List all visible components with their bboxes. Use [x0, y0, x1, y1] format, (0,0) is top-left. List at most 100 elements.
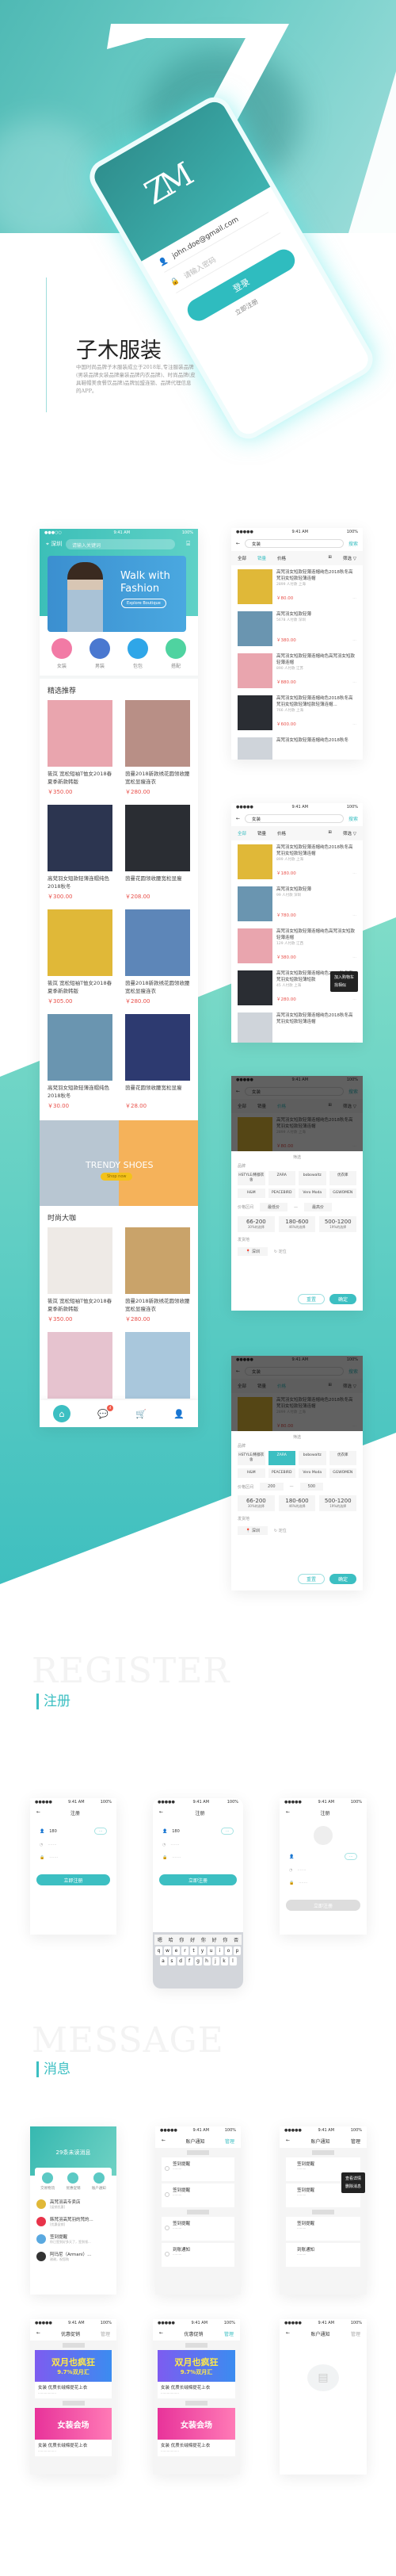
search-button[interactable]: 搜索 [348, 540, 358, 547]
more-icon[interactable]: ··· [352, 871, 356, 876]
notice-card[interactable]: 签到提醒 ········· [162, 2157, 234, 2181]
password-field[interactable]: 🔒 ······· [289, 1881, 357, 1885]
register-submit-button[interactable]: 立即注册 [159, 1874, 237, 1885]
product-card[interactable]: 筱岚 宽松短袖T恤女2018春夏季新款韩版 ￥305.00 [48, 909, 112, 1012]
register-submit-button[interactable]: 立即注册 [286, 1900, 360, 1911]
back-icon[interactable]: ← [159, 2330, 163, 2337]
product-card[interactable]: 茵曼2018新款绣花圆领收腰宽松显瘦连衣 ￥280.00 [125, 909, 190, 1012]
price-range-option[interactable]: 500-1200 19%的选择 [319, 1216, 357, 1232]
candidate-key[interactable]: 你 [223, 1936, 227, 1943]
select-radio[interactable] [165, 2192, 169, 2197]
key[interactable]: t [190, 1946, 197, 1955]
avatar-upload[interactable] [314, 1826, 333, 1845]
keyboard[interactable]: 嗯哈你好你好你否qwertyuiopasdfghjkl [153, 1932, 243, 1988]
manage-button[interactable]: 管理 [351, 2330, 360, 2337]
sort-tab[interactable]: 全部 [238, 830, 246, 836]
list-item[interactable]: 高梵羽女短款轻薄连帽纯色2018秋冬高梵羽女短款轻薄连帽 ··· [231, 1009, 363, 1043]
promo-card[interactable]: 双月也疯狂 9.7%双月汇 女装 优质长绒棉提花上衣 ················… [158, 2350, 235, 2398]
shoes-banner[interactable]: TRENDY SHOES Shop now [40, 1120, 198, 1206]
brand-chip[interactable]: ZARA [268, 1451, 295, 1465]
get-code-button[interactable]: ··· [345, 1853, 357, 1860]
brand-chip[interactable]: ZARA [268, 1171, 295, 1185]
brand-chip[interactable]: GGWOMEN [329, 1468, 356, 1478]
search-input[interactable]: 女装 [245, 539, 344, 548]
message-item[interactable]: 韩梵羽高梵羽的梵的... [优惠促销] [30, 2213, 116, 2230]
notice-card[interactable]: 到账通知 ········· [286, 2243, 360, 2267]
scan-icon[interactable]: ⌸ [186, 540, 190, 548]
key[interactable]: f [185, 1957, 193, 1965]
search-input[interactable]: 女装 [245, 814, 344, 823]
manage-button[interactable]: 管理 [101, 2330, 110, 2337]
select-radio[interactable] [165, 2166, 169, 2171]
brand-chip[interactable]: H&M [238, 1468, 265, 1478]
price-range-option[interactable]: 66-200 30%的选择 [238, 1216, 275, 1232]
manage-button[interactable]: 管理 [225, 2138, 234, 2145]
product-card[interactable]: 筱岚 宽松短袖T恤女2018春夏季新款韩版 ￥350.00 [48, 700, 112, 803]
back-icon[interactable]: ← [36, 2330, 40, 2337]
list-item[interactable]: 高梵羽女短款轻薄连帽纯色2018秋冬高梵羽女短款轻薄连帽 899 人付款 上海 ￥1… [231, 840, 363, 882]
sort-tab[interactable]: 销量 [257, 555, 266, 561]
key[interactable]: a [159, 1957, 167, 1965]
add-to-cart-option[interactable]: 加入购物车 [334, 974, 354, 982]
brand-chip[interactable]: bobowaltz [299, 1451, 326, 1465]
more-icon[interactable]: ··· [352, 913, 356, 918]
home-tab-icon[interactable]: ⌂ [53, 1405, 71, 1422]
price-range-option[interactable]: 66-200 30%的选择 [238, 1495, 275, 1511]
manage-button[interactable]: 管理 [224, 2330, 234, 2337]
list-item[interactable]: 高梵羽女短款轻薄连帽纯色2018秋冬高梵羽女短款轻薄短款轻薄连帽... 766 人… [231, 691, 363, 733]
brand-chip[interactable]: 优衣库 [329, 1171, 356, 1185]
confirm-button[interactable]: 确定 [329, 1574, 356, 1584]
promo-card[interactable]: 双月也疯狂 9.7%双月汇 女装 优质长绒棉提花上衣 ················… [35, 2350, 112, 2398]
reset-button[interactable]: 重置 [298, 1574, 325, 1584]
origin-chip[interactable]: 📍 深圳 [238, 1526, 268, 1535]
code-field[interactable]: ◔ ······· [162, 1843, 234, 1847]
more-icon[interactable]: ··· [352, 638, 356, 643]
get-code-button[interactable]: ··· [94, 1828, 107, 1835]
reset-button[interactable]: 重置 [298, 1294, 325, 1304]
key[interactable]: y [199, 1946, 206, 1955]
product-card[interactable]: 高梵羽女短款轻薄连帽纯色2018秋冬 ￥30.00 [48, 1014, 112, 1117]
brand-chip[interactable]: Vero Moda [299, 1468, 326, 1478]
product-card[interactable]: 茵曼花圆领收腰宽松显瘦 ￥208.00 [125, 805, 190, 908]
promo-card[interactable]: 女装会场 女装 优质长绒棉提花上衣 ·················· [35, 2408, 112, 2456]
key[interactable]: u [208, 1946, 215, 1955]
more-icon[interactable]: ··· [352, 680, 356, 685]
brand-chip[interactable]: 优衣库 [329, 1451, 356, 1465]
message-item[interactable]: 阿玛尼（Armani）... 谢谢，祝您购 [30, 2248, 116, 2265]
list-item[interactable]: 高梵羽女短款轻薄连帽纯色2018秋冬高梵羽女短款轻薄连帽 2899 人付款 上海 ￥… [231, 565, 363, 607]
candidate-key[interactable]: 哈 [169, 1936, 173, 1943]
candidate-key[interactable]: 你 [179, 1936, 184, 1943]
key[interactable]: w [164, 1946, 171, 1955]
sort-tab[interactable]: 销量 [257, 830, 266, 836]
price-range-option[interactable]: 180-600 46%的选择 [278, 1495, 316, 1511]
list-item[interactable]: 高梵羽女短款轻薄连帽纯色2018秋冬··· [231, 733, 363, 760]
brand-chip[interactable]: bobowaltz [299, 1171, 326, 1185]
list-item[interactable]: 高梵羽女短款轻薄 99 人付款 深圳 ￥780.00 ··· [231, 882, 363, 924]
back-icon[interactable]: ← [36, 1809, 40, 1816]
hero-carousel-banner[interactable]: Walk with Fashion Explore Boutique [48, 556, 186, 632]
back-icon[interactable]: ← [286, 2138, 290, 2145]
register-submit-button[interactable]: 立即注册 [36, 1874, 110, 1885]
back-icon[interactable]: ← [236, 541, 240, 546]
confirm-button[interactable]: 确定 [329, 1294, 356, 1304]
more-icon[interactable]: ··· [352, 596, 356, 601]
category-item[interactable]: 女装 [51, 638, 72, 669]
candidate-key[interactable]: 否 [234, 1936, 238, 1943]
more-icon[interactable]: ··· [352, 1039, 356, 1043]
explore-button[interactable]: Explore Boutique [121, 599, 166, 608]
min-price-input[interactable]: 最低价 [260, 1203, 288, 1211]
key[interactable]: e [173, 1946, 180, 1955]
brand-chip[interactable]: PEACEBIRD [268, 1188, 295, 1198]
brand-chip[interactable]: HSTYLE/韩都衣舍 [238, 1171, 265, 1185]
key[interactable]: s [168, 1957, 176, 1965]
brand-chip[interactable]: Vero Moda [299, 1188, 326, 1198]
key[interactable]: k [220, 1957, 228, 1965]
phone-field[interactable]: 👤 180 ··· [162, 1828, 234, 1835]
notice-card[interactable]: 签到提醒 ········· [162, 2217, 234, 2241]
more-icon[interactable]: ··· [352, 955, 356, 960]
price-range-option[interactable]: 180-600 46%的选择 [278, 1216, 316, 1232]
message-category[interactable]: 优惠促销 [66, 2172, 80, 2191]
category-item[interactable]: 搭配 [166, 638, 186, 669]
layout-toggle-icon[interactable]: ⊞ [328, 830, 332, 836]
layout-toggle-icon[interactable]: ⊞ [328, 555, 332, 561]
